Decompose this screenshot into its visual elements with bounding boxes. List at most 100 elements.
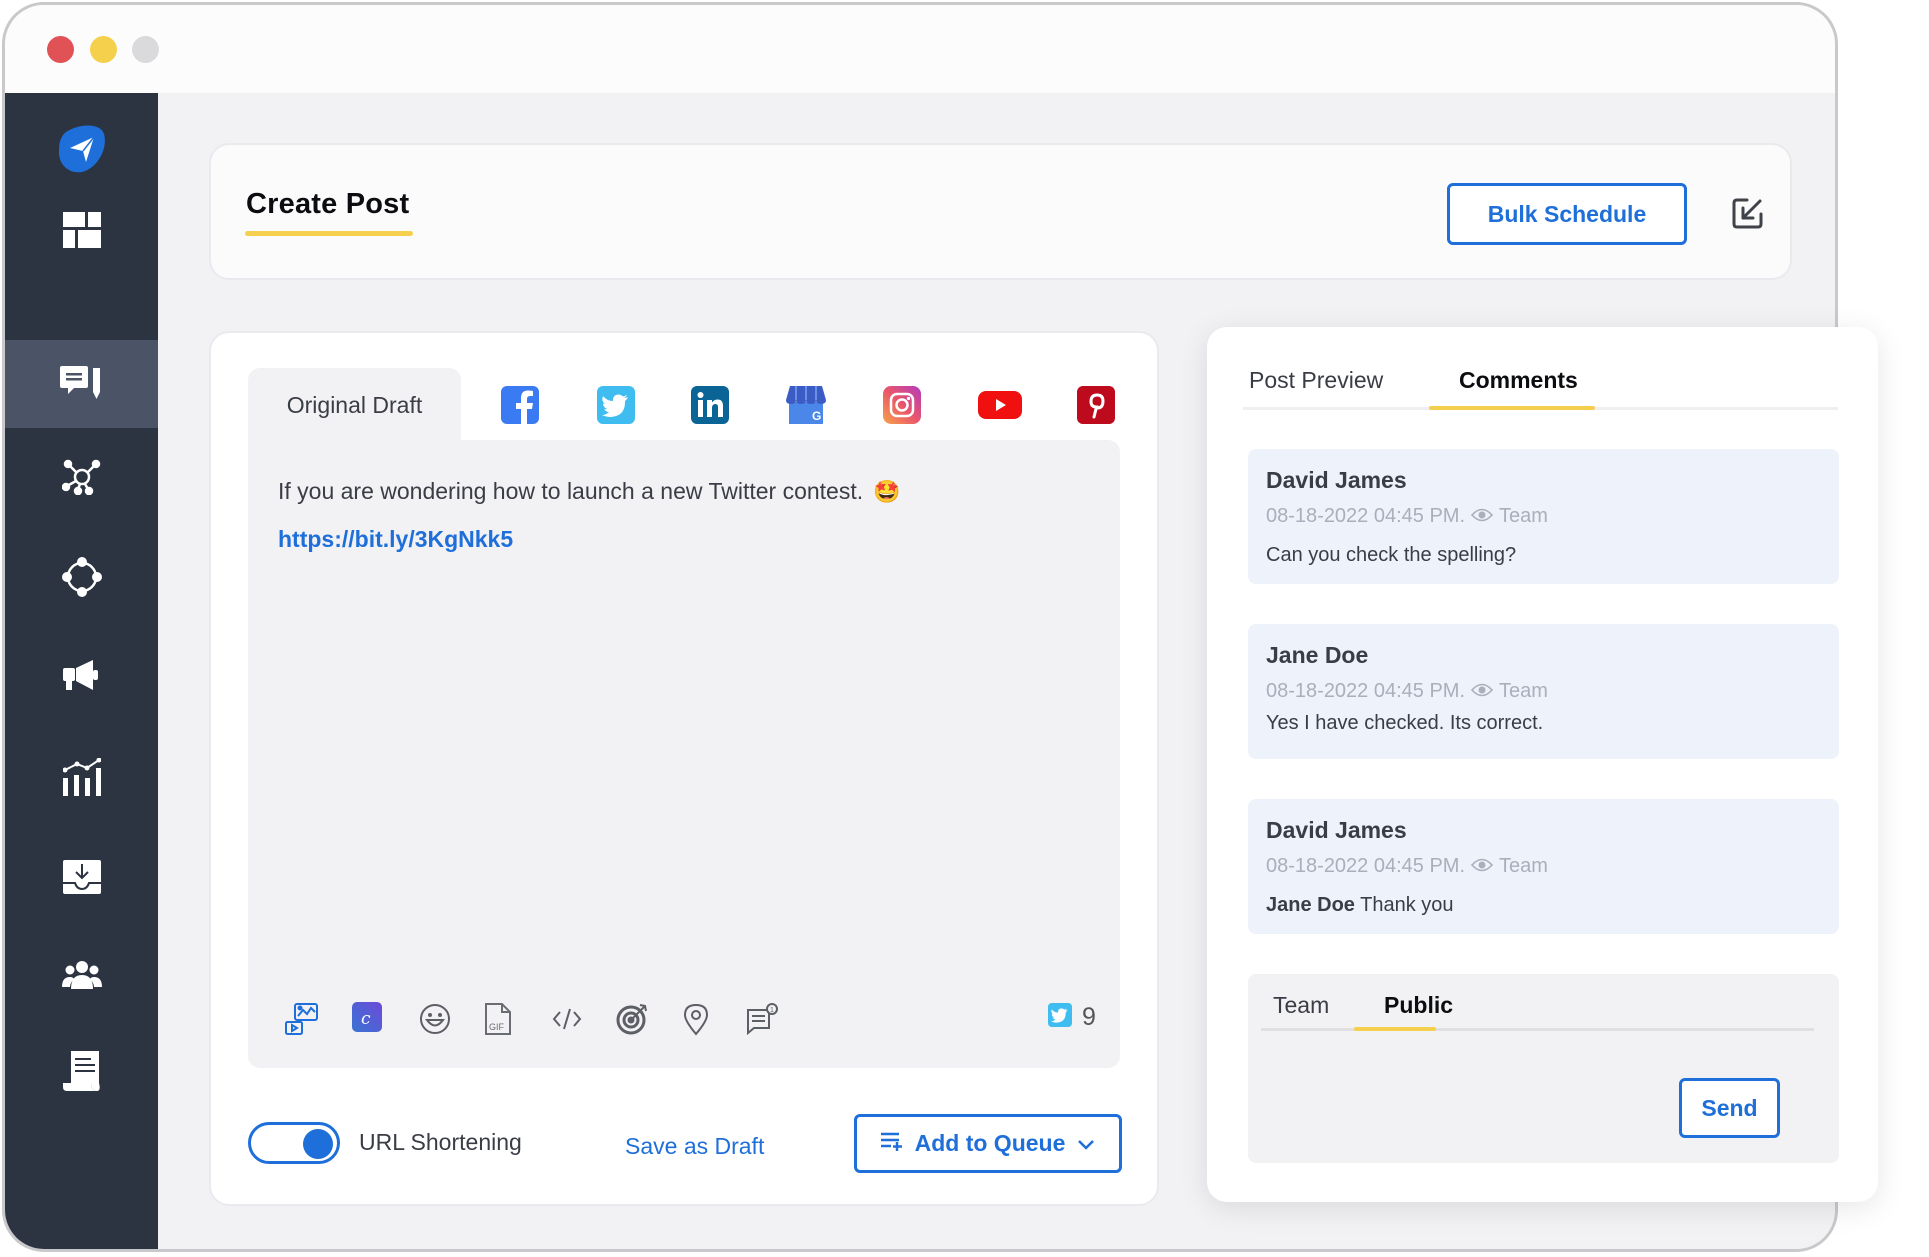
char-count-value: 9 — [1082, 1003, 1096, 1031]
comment-visibility: Team — [1499, 505, 1548, 527]
title-bar — [5, 5, 1835, 93]
sidebar-item-dashboard[interactable] — [5, 186, 158, 274]
sidebar-item-campaigns[interactable] — [5, 633, 158, 721]
close-window-button[interactable] — [47, 36, 74, 63]
comment-timestamp: 08-18-2022 04:45 PM. — [1266, 855, 1466, 877]
comment-author: David James — [1266, 817, 1407, 843]
reply-tab-public[interactable]: Public — [1384, 992, 1453, 1019]
post-editor-card: Original Draft G If you are wondering ho… — [209, 331, 1159, 1206]
comment-text: Jane Doe Thank you — [1266, 894, 1454, 917]
post-link[interactable]: https://bit.ly/3KgNkk5 — [278, 526, 513, 553]
tab-original-draft[interactable]: Original Draft — [248, 368, 461, 443]
sidebar-item-reports[interactable] — [5, 1027, 158, 1115]
url-shortening-label: URL Shortening — [359, 1129, 522, 1155]
comment-item: Jane Doe 08-18-2022 04:45 PM. Team Yes I… — [1248, 624, 1839, 759]
sidebar-item-analytics[interactable] — [5, 733, 158, 821]
star-struck-emoji: 🤩 — [873, 479, 901, 504]
page-title: Create Post — [246, 188, 410, 220]
comment-visibility: Team — [1499, 855, 1548, 877]
comment-text: Can you check the spelling? — [1266, 544, 1516, 567]
instagram-icon[interactable] — [883, 386, 921, 424]
code-icon[interactable] — [550, 1002, 584, 1036]
facebook-icon[interactable] — [501, 386, 539, 424]
google-my-business-icon[interactable]: G — [786, 386, 826, 424]
linkedin-icon[interactable] — [691, 386, 729, 424]
header-card: Create Post Bulk Schedule — [209, 143, 1792, 280]
chevron-down-icon — [1077, 1130, 1095, 1157]
dashboard-grid-icon — [62, 212, 101, 248]
url-shortening-toggle[interactable] — [248, 1122, 340, 1164]
post-text-editor[interactable]: If you are wondering how to launch a new… — [248, 440, 1120, 1068]
svg-text:1: 1 — [770, 1007, 774, 1014]
toggle-knob — [303, 1129, 333, 1159]
minimize-window-button[interactable] — [90, 36, 117, 63]
maximize-window-button[interactable] — [132, 36, 159, 63]
tab-comments[interactable]: Comments — [1459, 367, 1578, 394]
comment-meta: 08-18-2022 04:45 PM. Team — [1266, 855, 1548, 878]
comment-item: David James 08-18-2022 04:45 PM. Team Ca… — [1248, 449, 1839, 584]
twitter-small-icon — [1048, 1003, 1072, 1032]
location-icon[interactable] — [679, 1002, 713, 1036]
eye-icon — [1470, 855, 1494, 878]
media-icon[interactable] — [285, 1002, 319, 1036]
emoji-icon[interactable] — [418, 1002, 452, 1036]
comment-item: David James 08-18-2022 04:45 PM. Team Ja… — [1248, 799, 1839, 934]
sidebar — [5, 93, 158, 1249]
twitter-char-counter: 9 — [1048, 1003, 1096, 1032]
bulk-schedule-button[interactable]: Bulk Schedule — [1447, 183, 1687, 245]
sidebar-item-integrations[interactable] — [5, 533, 158, 621]
tab-post-preview[interactable]: Post Preview — [1249, 367, 1383, 394]
paper-plane-icon — [56, 124, 108, 174]
comment-text: Yes I have checked. Its correct. — [1266, 712, 1543, 735]
comment-meta: 08-18-2022 04:45 PM. Team — [1266, 505, 1548, 528]
svg-text:c: c — [361, 1009, 371, 1029]
svg-text:GIF: GIF — [489, 1022, 505, 1032]
youtube-icon[interactable] — [978, 386, 1022, 424]
comments-panel-overlay: Post Preview Comments David James 08-18-… — [1207, 327, 1878, 1202]
reply-active-tab-indicator — [1354, 1027, 1436, 1031]
sidebar-item-logo[interactable] — [5, 105, 158, 193]
comment-author: Jane Doe — [1266, 642, 1369, 668]
sidebar-item-social-network[interactable] — [5, 433, 158, 521]
sidebar-item-compose[interactable] — [5, 340, 158, 428]
sidebar-item-inbox[interactable] — [5, 833, 158, 921]
gif-icon[interactable]: GIF — [484, 1002, 518, 1036]
analytics-chart-icon — [62, 758, 101, 796]
comment-timestamp: 08-18-2022 04:45 PM. — [1266, 505, 1466, 527]
comment-meta: 08-18-2022 04:45 PM. Team — [1266, 680, 1548, 703]
comment-body: Can you check the spelling? — [1266, 544, 1517, 566]
sidebar-item-team[interactable] — [5, 931, 158, 1019]
export-arrow-icon[interactable] — [1731, 196, 1765, 230]
eye-icon — [1470, 680, 1494, 703]
add-to-queue-label: Add to Queue — [914, 1130, 1066, 1156]
report-scroll-icon — [62, 1051, 101, 1091]
twitter-icon[interactable] — [597, 386, 635, 424]
active-tab-indicator — [1429, 406, 1595, 410]
post-text-content: If you are wondering how to launch a new… — [278, 478, 864, 504]
save-as-draft-link[interactable]: Save as Draft — [625, 1133, 764, 1160]
team-users-icon — [61, 961, 102, 989]
comment-body: Yes I have checked. Its correct. — [1266, 712, 1544, 734]
network-hub-icon — [61, 459, 102, 495]
comment-visibility: Team — [1499, 680, 1548, 702]
reply-tab-team[interactable]: Team — [1273, 992, 1329, 1019]
megaphone-icon — [62, 660, 101, 694]
eye-icon — [1470, 505, 1494, 528]
post-text[interactable]: If you are wondering how to launch a new… — [278, 478, 901, 505]
send-button[interactable]: Send — [1679, 1078, 1780, 1138]
comment-author: David James — [1266, 467, 1407, 493]
add-to-queue-button[interactable]: Add to Queue — [854, 1114, 1122, 1173]
circle-nodes-icon — [61, 556, 103, 598]
title-underline — [245, 231, 413, 236]
compose-post-icon — [59, 366, 104, 402]
svg-text:G: G — [812, 409, 821, 423]
comment-timestamp: 08-18-2022 04:45 PM. — [1266, 680, 1466, 702]
queue-add-icon — [880, 1130, 903, 1157]
comment-note-icon[interactable]: 1 — [745, 1002, 779, 1036]
comment-mention[interactable]: Jane Doe — [1266, 894, 1355, 916]
reply-tab-divider — [1261, 1028, 1814, 1031]
reply-box[interactable]: Team Public Send — [1248, 974, 1839, 1163]
canva-icon[interactable]: c — [352, 1002, 386, 1036]
pinterest-icon[interactable] — [1077, 386, 1115, 424]
target-icon[interactable] — [615, 1002, 649, 1036]
